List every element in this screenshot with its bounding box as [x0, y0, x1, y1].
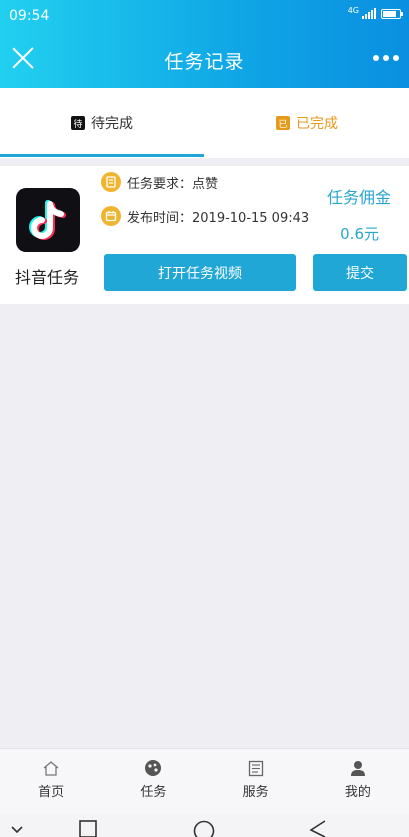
tab-bar: 待 待完成 已 已完成	[0, 88, 409, 158]
tab-completed[interactable]: 已 已完成	[205, 88, 409, 158]
calendar-icon	[101, 206, 121, 226]
nav-item-task[interactable]: 任务	[102, 749, 204, 814]
commission-value: 0.6元	[340, 225, 379, 243]
page-title: 任务记录	[164, 51, 245, 73]
status-bar: 09:54 4G	[0, 0, 409, 30]
nav-item-service[interactable]: 服务	[205, 749, 307, 814]
service-icon	[248, 759, 264, 777]
home-circle-icon[interactable]	[193, 820, 215, 837]
signal-icon	[362, 8, 376, 19]
tab-pending-label: 待完成	[91, 116, 133, 132]
submit-button[interactable]: 提交	[313, 254, 407, 291]
publish-time: 发布时间：2019-10-15 09:43	[127, 210, 310, 226]
tab-completed-label: 已完成	[296, 116, 338, 132]
task-requirement: 任务要求：点赞	[127, 176, 219, 192]
nav-label-service: 服务	[242, 785, 269, 800]
back-icon[interactable]	[309, 820, 327, 837]
commission-label: 任务佣金	[326, 188, 391, 207]
bottom-nav: 首页 任务 服务 我的	[0, 748, 409, 814]
task-requirement-row: 任务要求：点赞	[101, 172, 218, 192]
profile-icon	[350, 759, 366, 777]
battery-icon	[381, 8, 403, 19]
more-options-icon[interactable]	[373, 55, 399, 61]
network-type: 4G	[347, 5, 359, 15]
nav-item-home[interactable]: 首页	[0, 749, 102, 814]
battery-level	[383, 10, 396, 17]
system-nav-bar	[0, 814, 409, 837]
app-header: 09:54 4G 任务记录	[0, 0, 409, 88]
hide-nav-icon[interactable]	[10, 820, 24, 837]
document-icon	[101, 172, 121, 192]
nav-label-task: 任务	[140, 785, 167, 800]
nav-label-home: 首页	[38, 785, 65, 800]
task-card: 抖音任务 任务要求：点赞 发布时间：2019-10-15 09:43 任务佣金 …	[0, 166, 409, 304]
active-tab-indicator	[0, 154, 204, 157]
status-time: 09:54	[9, 8, 50, 24]
tab-pending[interactable]: 待 待完成	[0, 88, 204, 158]
douyin-logo-icon	[16, 188, 80, 252]
open-task-video-button[interactable]: 打开任务视频	[104, 254, 296, 291]
publish-time-row: 发布时间：2019-10-15 09:43	[101, 206, 309, 226]
home-icon	[42, 759, 60, 777]
completed-tab-icon: 已	[276, 116, 290, 130]
pending-tab-icon: 待	[71, 116, 85, 130]
nav-item-profile[interactable]: 我的	[307, 749, 409, 814]
task-icon	[144, 759, 162, 777]
nav-label-profile: 我的	[344, 785, 371, 800]
recents-icon[interactable]	[79, 820, 97, 837]
task-app-name: 抖音任务	[15, 268, 80, 287]
status-icons: 4G	[347, 5, 403, 19]
